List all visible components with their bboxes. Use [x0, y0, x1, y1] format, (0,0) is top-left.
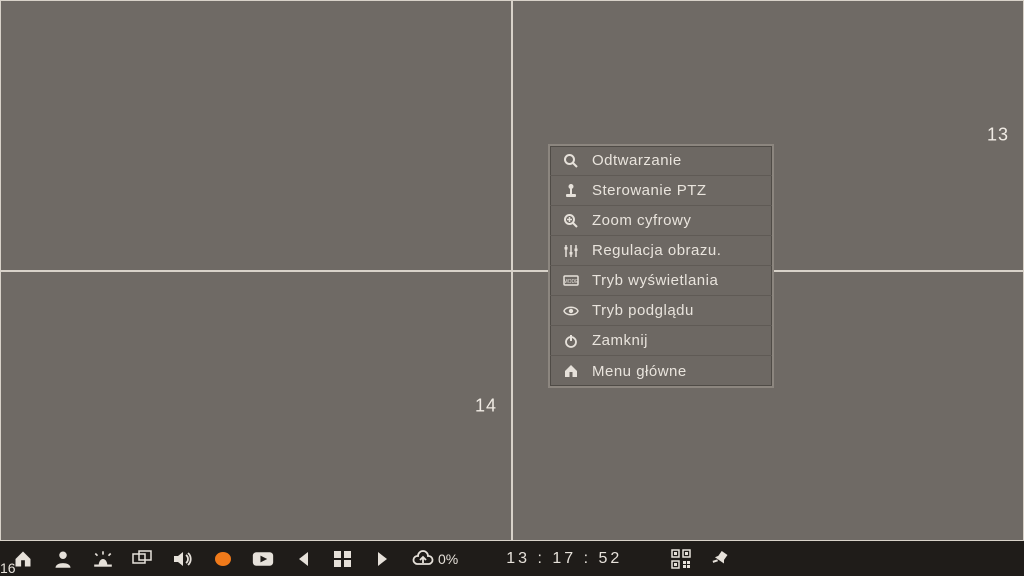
menu-label: Regulacja obrazu.	[592, 242, 721, 259]
channel-label-br: 16	[0, 560, 1024, 576]
home-icon	[562, 362, 580, 380]
menu-item-display-mode[interactable]: MODE Tryb wyświetlania	[550, 266, 772, 296]
context-menu: Odtwarzanie Sterowanie PTZ Zoom cyfrowy …	[548, 144, 774, 388]
menu-item-main-menu[interactable]: Menu główne	[550, 356, 772, 386]
camera-label: 13	[987, 125, 1009, 146]
camera-label: 14	[475, 395, 497, 416]
menu-label: Tryb wyświetlania	[592, 272, 718, 289]
menu-item-close[interactable]: Zamknij	[550, 326, 772, 356]
camera-cell[interactable]: 14	[0, 271, 512, 542]
joystick-icon	[562, 182, 580, 200]
camera-cell[interactable]	[0, 0, 512, 271]
zoom-in-icon	[562, 212, 580, 230]
menu-label: Zoom cyfrowy	[592, 212, 691, 229]
menu-label: Odtwarzanie	[592, 152, 682, 169]
search-icon	[562, 152, 580, 170]
menu-label: Menu główne	[592, 363, 687, 380]
menu-label: Zamknij	[592, 332, 648, 349]
menu-item-ptz[interactable]: Sterowanie PTZ	[550, 176, 772, 206]
power-icon	[562, 332, 580, 350]
display-mode-icon: MODE	[562, 272, 580, 290]
menu-item-zoom[interactable]: Zoom cyfrowy	[550, 206, 772, 236]
menu-item-preview-mode[interactable]: Tryb podglądu	[550, 296, 772, 326]
camera-grid: 13 14	[0, 0, 1024, 541]
menu-item-image-adjust[interactable]: Regulacja obrazu.	[550, 236, 772, 266]
menu-item-playback[interactable]: Odtwarzanie	[550, 146, 772, 176]
menu-label: Sterowanie PTZ	[592, 182, 707, 199]
eye-icon	[562, 302, 580, 320]
sliders-icon	[562, 242, 580, 260]
svg-text:MODE: MODE	[564, 279, 580, 285]
menu-label: Tryb podglądu	[592, 302, 694, 319]
